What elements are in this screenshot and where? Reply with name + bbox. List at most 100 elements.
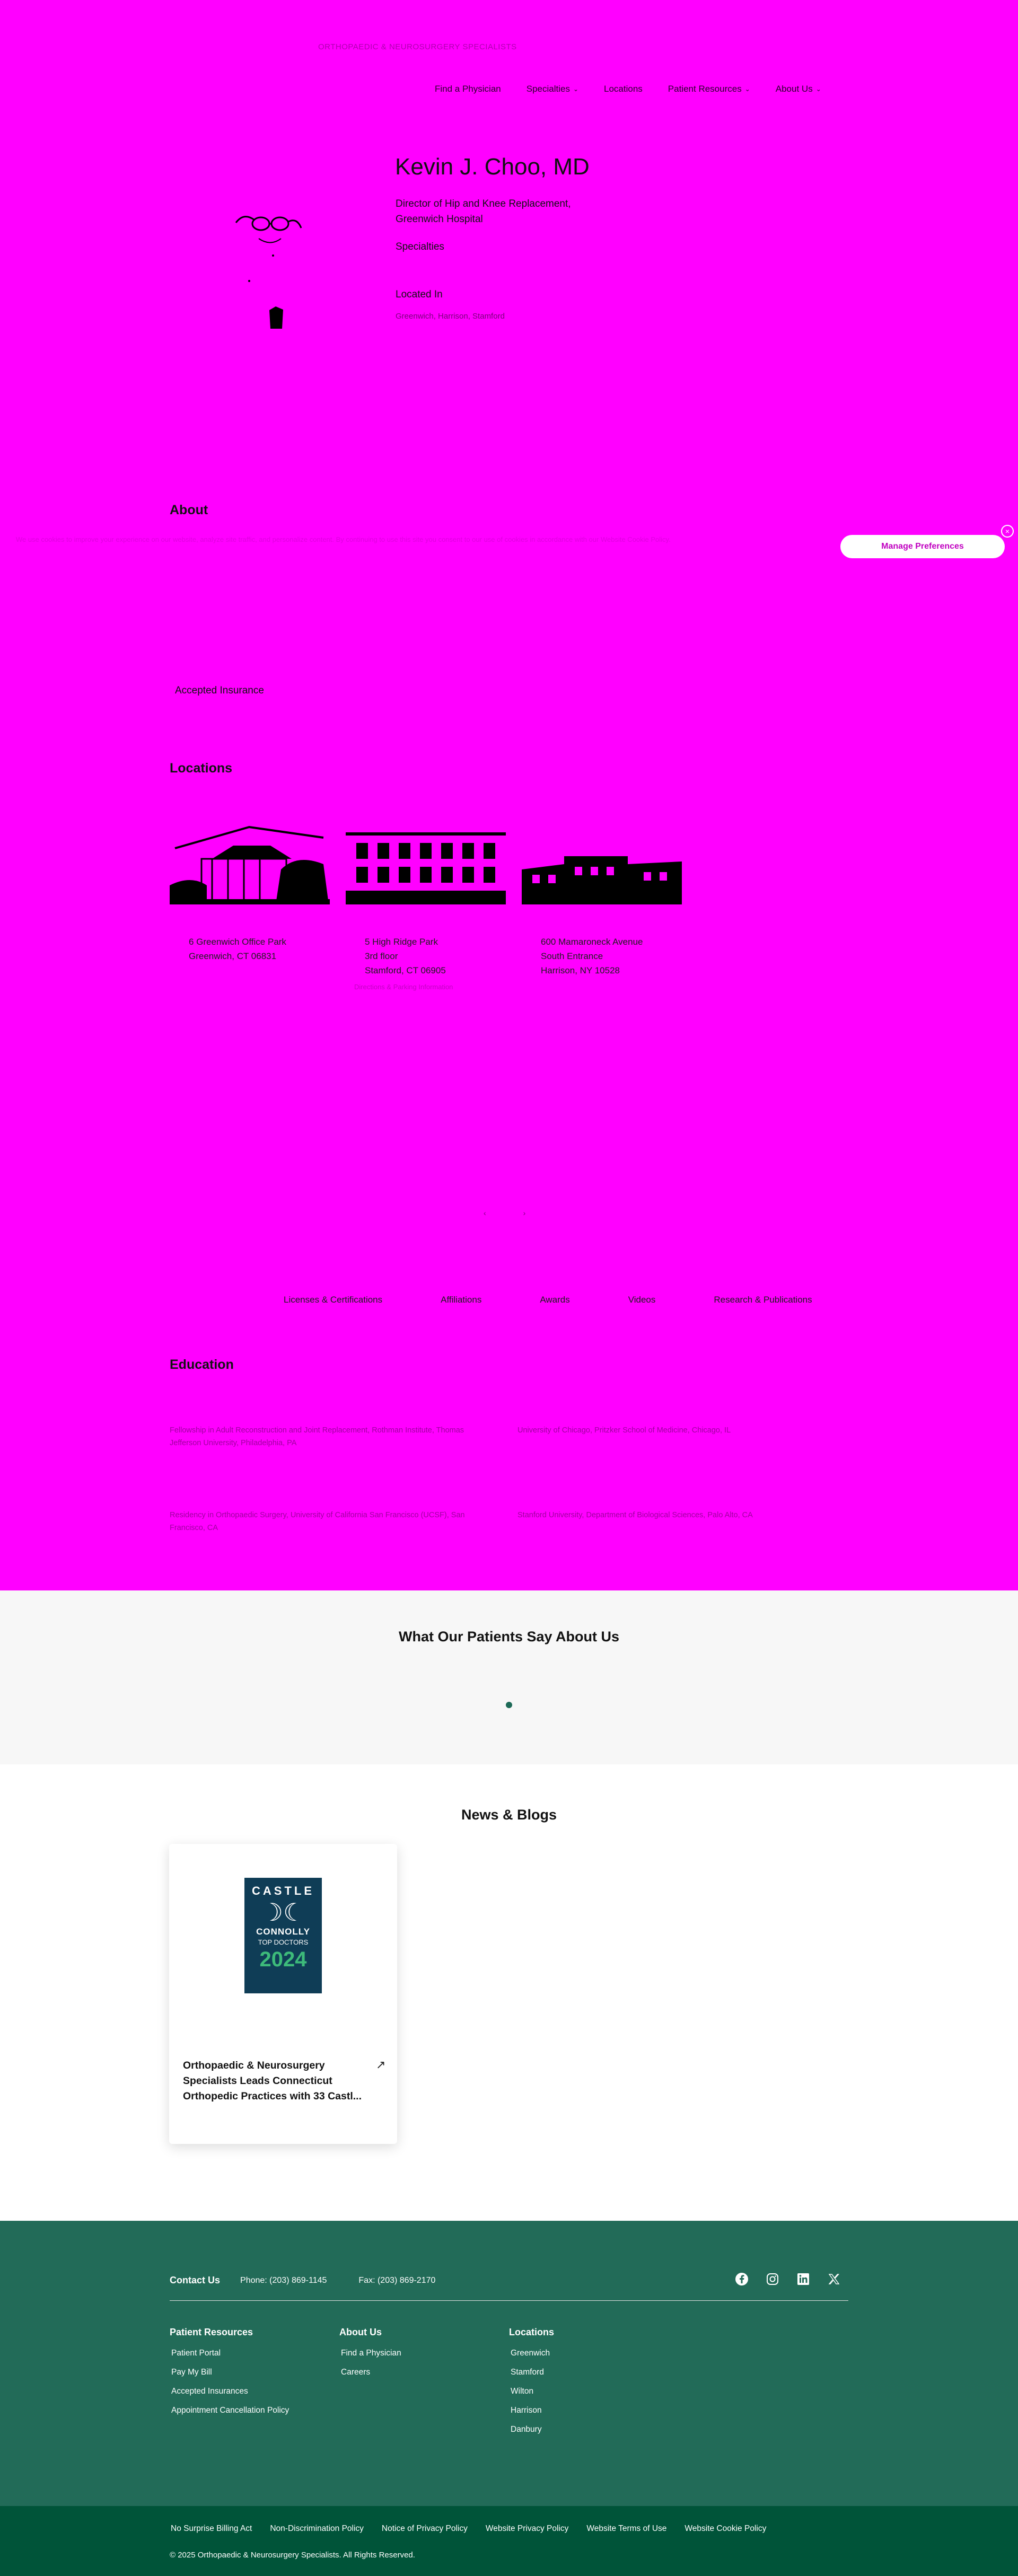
carousel-prev-icon[interactable]: ‹	[484, 1209, 523, 1217]
topbar-text: ORTHOPAEDIC & NEUROSURGERY SPECIALISTS	[318, 42, 517, 51]
x-icon[interactable]	[827, 2272, 841, 2287]
footer-link-careers[interactable]: Careers	[341, 2368, 401, 2377]
cookie-banner-text: We use cookies to improve your experienc…	[16, 535, 671, 543]
link-non-discrimination[interactable]: Non-Discrimination Policy	[270, 2524, 364, 2534]
nav-locations[interactable]: Locations	[604, 84, 643, 94]
footer-link-insurances[interactable]: Accepted Insurances	[171, 2387, 289, 2396]
manage-preferences-button[interactable]: Manage Preferences	[840, 535, 1005, 558]
address-line: Greenwich, CT 06831	[189, 951, 277, 961]
nav-label: Locations	[604, 84, 643, 94]
chevron-down-icon: ⌄	[573, 85, 579, 93]
footer-link-wilton[interactable]: Wilton	[511, 2387, 554, 2396]
nav-find-physician[interactable]: Find a Physician	[435, 84, 501, 94]
footer-link-cancellation[interactable]: Appointment Cancellation Policy	[171, 2406, 289, 2415]
nav-specialties[interactable]: Specialties ⌄	[526, 84, 578, 94]
directions-link[interactable]: Directions & Parking Information	[346, 983, 506, 991]
instagram-icon[interactable]	[765, 2272, 780, 2287]
footer-col-about-us: About Us Find a Physician Careers	[339, 2327, 401, 2387]
location-address: 6 Greenwich Office Park Greenwich, CT 06…	[170, 935, 330, 963]
footer-divider	[170, 2300, 848, 2301]
accepted-insurance-toggle[interactable]: Accepted Insurance	[175, 685, 264, 697]
chevron-down-icon: ⌄	[815, 85, 821, 93]
footer-link-danbury[interactable]: Danbury	[511, 2425, 554, 2434]
news-card[interactable]: CASTLE ☽☾ CONNOLLY TOP DOCTORS 2024 Orth…	[169, 1844, 397, 2144]
footer-contact: Contact Us Phone: (203) 869-1145 Fax: (2…	[170, 2275, 435, 2286]
badge-text: CASTLE	[252, 1884, 314, 1897]
close-icon[interactable]: ×	[1001, 525, 1014, 538]
footer-col-heading: Locations	[509, 2327, 555, 2337]
footer-link-patient-portal[interactable]: Patient Portal	[171, 2349, 289, 2358]
phone-number[interactable]: Phone: (203) 869-1145	[240, 2276, 327, 2285]
link-no-surprise-billing[interactable]: No Surprise Billing Act	[171, 2524, 252, 2534]
location-address: 600 Mamaroneck Avenue South Entrance Har…	[522, 935, 682, 978]
carousel-dot[interactable]	[506, 1702, 512, 1708]
footer-link-stamford[interactable]: Stamford	[511, 2368, 554, 2377]
footer-link-pay-bill[interactable]: Pay My Bill	[171, 2368, 289, 2377]
location-card-greenwich[interactable]: 6 Greenwich Office Park Greenwich, CT 06…	[170, 806, 330, 963]
location-address: 5 High Ridge Park 3rd floor Stamford, CT…	[346, 935, 506, 978]
main-nav: Find a Physician Specialties ⌄ Locations …	[435, 84, 847, 94]
education-entry: University of Chicago, Pritzker School o…	[517, 1426, 731, 1435]
credential-tabs: Licenses & Certifications Affiliations A…	[284, 1295, 871, 1305]
castle-connolly-badge: CASTLE ☽☾ CONNOLLY TOP DOCTORS 2024	[244, 1878, 322, 1993]
locations-heading: Locations	[170, 761, 233, 776]
tab-awards[interactable]: Awards	[540, 1295, 569, 1305]
address-line: South Entrance	[541, 951, 603, 961]
about-heading: About	[170, 503, 208, 517]
footer-link-greenwich[interactable]: Greenwich	[511, 2349, 554, 2358]
linkedin-icon[interactable]	[796, 2272, 811, 2287]
arrow-up-right-icon[interactable]: ↗	[376, 2058, 385, 2072]
tab-licenses[interactable]: Licenses & Certifications	[284, 1295, 382, 1305]
specialties-label: Specialties	[396, 241, 444, 252]
badge-year: 2024	[259, 1948, 307, 1971]
testimonials-section: What Our Patients Say About Us	[0, 1590, 1018, 1764]
located-in-values[interactable]: Greenwich, Harrison, Stamford	[396, 312, 505, 321]
address-line: 3rd floor	[365, 951, 398, 961]
tab-videos[interactable]: Videos	[628, 1295, 656, 1305]
profile-region: ORTHOPAEDIC & NEUROSURGERY SPECIALISTS F…	[0, 0, 1018, 1590]
chevron-down-icon: ⌄	[744, 85, 750, 93]
facebook-icon[interactable]	[734, 2272, 749, 2287]
location-card-stamford[interactable]: 5 High Ridge Park 3rd floor Stamford, CT…	[346, 806, 506, 991]
link-terms[interactable]: Website Terms of Use	[586, 2524, 666, 2534]
nav-label: About Us	[775, 84, 813, 94]
education-entry: Stanford University, Department of Biolo…	[517, 1511, 753, 1519]
badge-mark: ☽☾	[261, 1898, 305, 1927]
news-card-title[interactable]: Orthopaedic & Neurosurgery Specialists L…	[183, 2058, 368, 2104]
physician-portrait	[235, 216, 302, 329]
legal-links: No Surprise Billing Act Non-Discriminati…	[171, 2524, 784, 2534]
nav-about-us[interactable]: About Us ⌄	[776, 84, 821, 94]
location-photo	[522, 806, 682, 904]
link-cookie-policy[interactable]: Website Cookie Policy	[684, 2524, 766, 2534]
footer-link-harrison[interactable]: Harrison	[511, 2406, 554, 2415]
nav-label: Patient Resources	[668, 84, 742, 94]
news-heading: News & Blogs	[461, 1807, 557, 1823]
testimonials-heading: What Our Patients Say About Us	[398, 1629, 620, 1645]
badge-text: CONNOLLY	[256, 1927, 310, 1937]
tab-affiliations[interactable]: Affiliations	[441, 1295, 481, 1305]
education-heading: Education	[170, 1357, 234, 1372]
education-entry: Residency in Orthopaedic Surgery, Univer…	[170, 1511, 465, 1532]
location-card-harrison[interactable]: 600 Mamaroneck Avenue South Entrance Har…	[522, 806, 682, 978]
address-line: 5 High Ridge Park	[365, 937, 438, 947]
tab-research[interactable]: Research & Publications	[714, 1295, 812, 1305]
link-notice-privacy[interactable]: Notice of Privacy Policy	[382, 2524, 468, 2534]
nav-patient-resources[interactable]: Patient Resources ⌄	[668, 84, 750, 94]
education-entry: Fellowship in Adult Reconstruction and J…	[170, 1426, 464, 1447]
address-line: Harrison, NY 10528	[541, 965, 620, 975]
footer: Contact Us Phone: (203) 869-1145 Fax: (2…	[0, 2221, 1018, 2506]
footer-bottom-bar: No Surprise Billing Act Non-Discriminati…	[0, 2506, 1018, 2576]
link-website-privacy[interactable]: Website Privacy Policy	[486, 2524, 568, 2534]
physician-title: Director of Hip and Knee Replacement, Gr…	[396, 198, 571, 225]
carousel-controls: ‹›	[484, 1209, 563, 1217]
address-line: 6 Greenwich Office Park	[189, 937, 286, 947]
carousel-next-icon[interactable]: ›	[523, 1209, 563, 1217]
footer-col-heading: About Us	[339, 2327, 382, 2337]
footer-link-find-physician[interactable]: Find a Physician	[341, 2349, 401, 2358]
news-section: News & Blogs CASTLE ☽☾ CONNOLLY TOP DOCT…	[0, 1764, 1018, 2221]
footer-col-locations: Locations Greenwich Stamford Wilton Harr…	[509, 2327, 554, 2444]
physician-name: Kevin J. Choo, MD	[395, 154, 590, 180]
badge-text: TOP DOCTORS	[258, 1938, 309, 1946]
footer-col-heading: Patient Resources	[170, 2327, 253, 2337]
location-photo	[346, 806, 506, 904]
